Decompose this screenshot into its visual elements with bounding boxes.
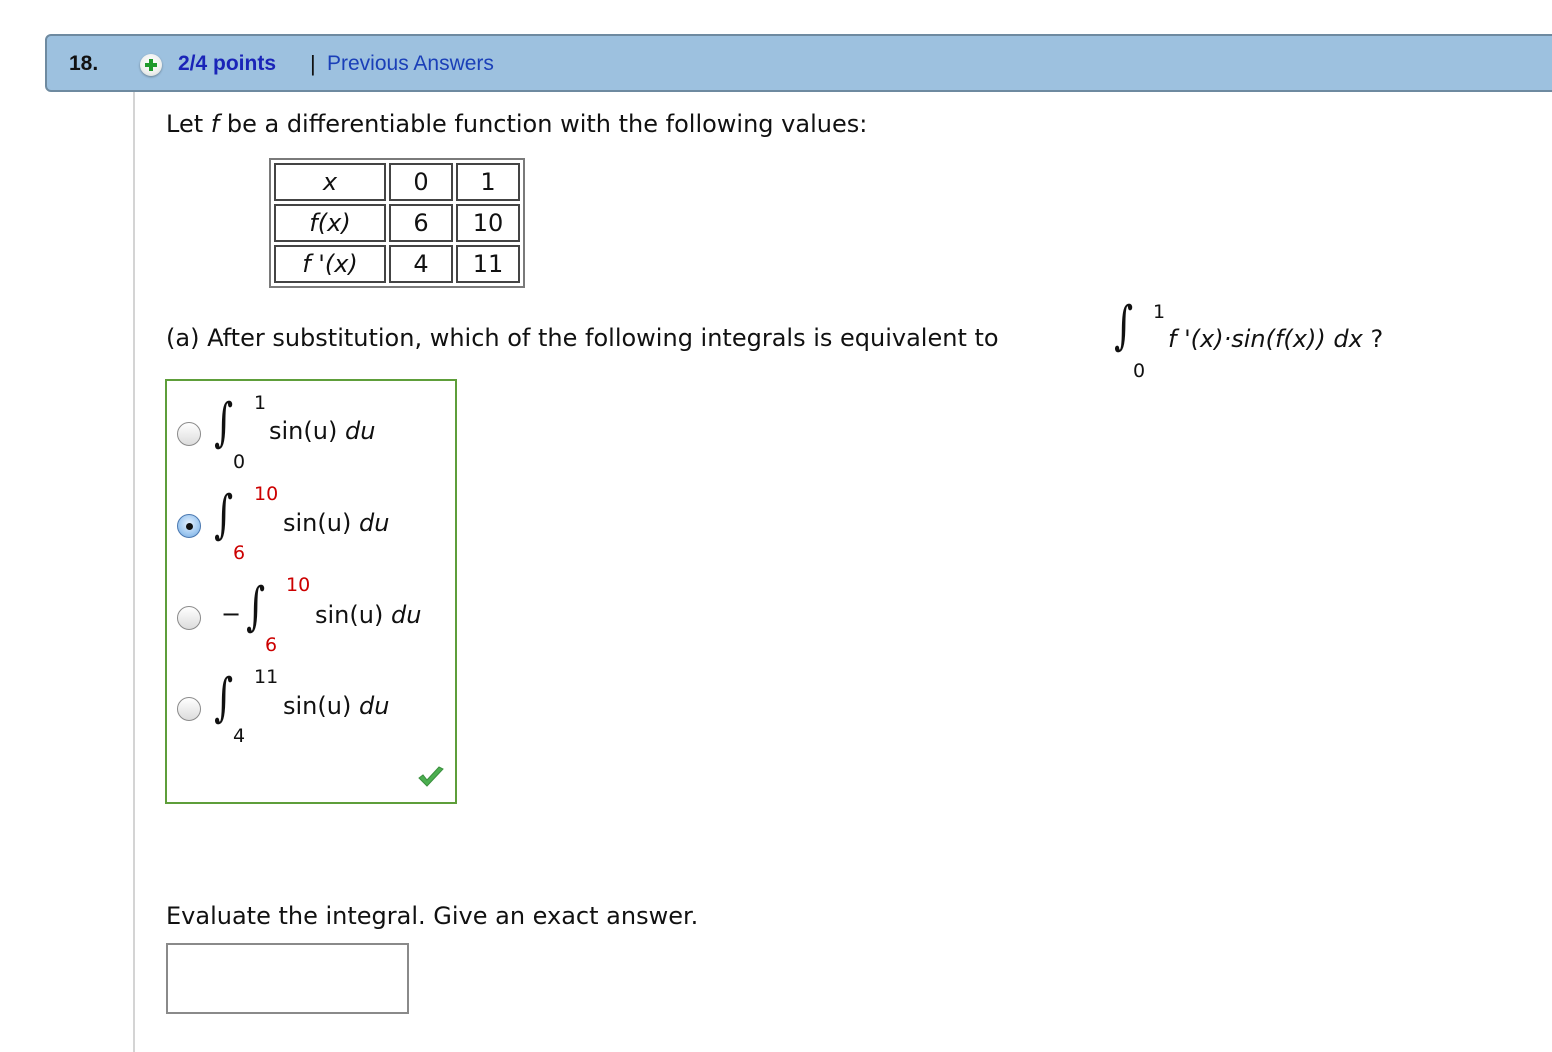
radio-button[interactable] — [177, 697, 201, 721]
integral-sign-icon: ∫ — [214, 485, 234, 545]
question-number: 18. — [69, 52, 99, 75]
integral-lower-limit: 0 — [1133, 360, 1146, 382]
values-table: x 0 1 f(x) 6 10 f '(x) 4 11 — [269, 158, 525, 288]
upper-limit: 10 — [254, 483, 279, 505]
integral-sign-icon: ∫ — [246, 577, 266, 637]
table-cell: 6 — [389, 204, 453, 242]
minus-sign: − — [221, 600, 242, 628]
part-b-prompt: Evaluate the integral. Give an exact ans… — [166, 902, 699, 930]
lower-limit: 0 — [233, 451, 246, 473]
radio-button-selected[interactable] — [177, 514, 201, 538]
table-cell: 1 — [456, 163, 520, 201]
separator: | — [310, 51, 316, 76]
left-divider — [133, 92, 135, 1052]
table-cell: 11 — [456, 245, 520, 283]
part-a-question: (a) After substitution, which of the fol… — [166, 324, 999, 352]
answer-input[interactable] — [166, 943, 409, 1014]
points-score: 2/4 points — [178, 52, 277, 75]
table-cell-label: f(x) — [274, 204, 386, 242]
table-row: x 0 1 — [274, 163, 520, 201]
question-header: 18. 2/4 points | Previous Answers — [45, 34, 1552, 92]
lower-limit: 4 — [233, 725, 246, 747]
intro-suffix: be a differentiable function with the fo… — [219, 110, 868, 138]
intro-prefix: Let — [166, 110, 211, 138]
table-row: f '(x) 4 11 — [274, 245, 520, 283]
choice-integrand: sin(u) du — [315, 601, 422, 629]
table-row: f(x) 6 10 — [274, 204, 520, 242]
choice-integrand: sin(u) du — [283, 692, 390, 720]
intro-text: Let f be a differentiable function with … — [166, 110, 867, 138]
upper-limit: 10 — [286, 574, 311, 596]
integral-upper-limit: 1 — [1153, 301, 1166, 323]
integrand: f '(x)·sin(f(x)) dx ? — [1168, 325, 1384, 353]
lower-limit: 6 — [233, 542, 246, 564]
upper-limit: 11 — [254, 666, 279, 688]
choices-group: ∫ 1 0 sin(u) du ∫ 10 6 sin(u) du − ∫ 10 … — [165, 379, 457, 804]
plus-circle-icon — [140, 54, 162, 76]
integral-sign-icon: ∫ — [214, 393, 234, 453]
radio-button[interactable] — [177, 606, 201, 630]
upper-limit: 1 — [254, 392, 267, 414]
radio-button[interactable] — [177, 422, 201, 446]
previous-answers-link[interactable]: Previous Answers — [327, 52, 494, 76]
table-cell-label: x — [274, 163, 386, 201]
choice-integrand: sin(u) du — [283, 509, 390, 537]
lower-limit: 6 — [265, 634, 278, 656]
table-cell: 10 — [456, 204, 520, 242]
table-cell-label: f '(x) — [274, 245, 386, 283]
integral-sign-icon: ∫ — [214, 668, 234, 728]
choice-integrand: sin(u) du — [269, 417, 376, 445]
integral-sign-icon: ∫ — [1114, 296, 1134, 356]
checkmark-icon — [418, 766, 444, 787]
intro-func: f — [210, 110, 220, 138]
table-cell: 0 — [389, 163, 453, 201]
table-cell: 4 — [389, 245, 453, 283]
